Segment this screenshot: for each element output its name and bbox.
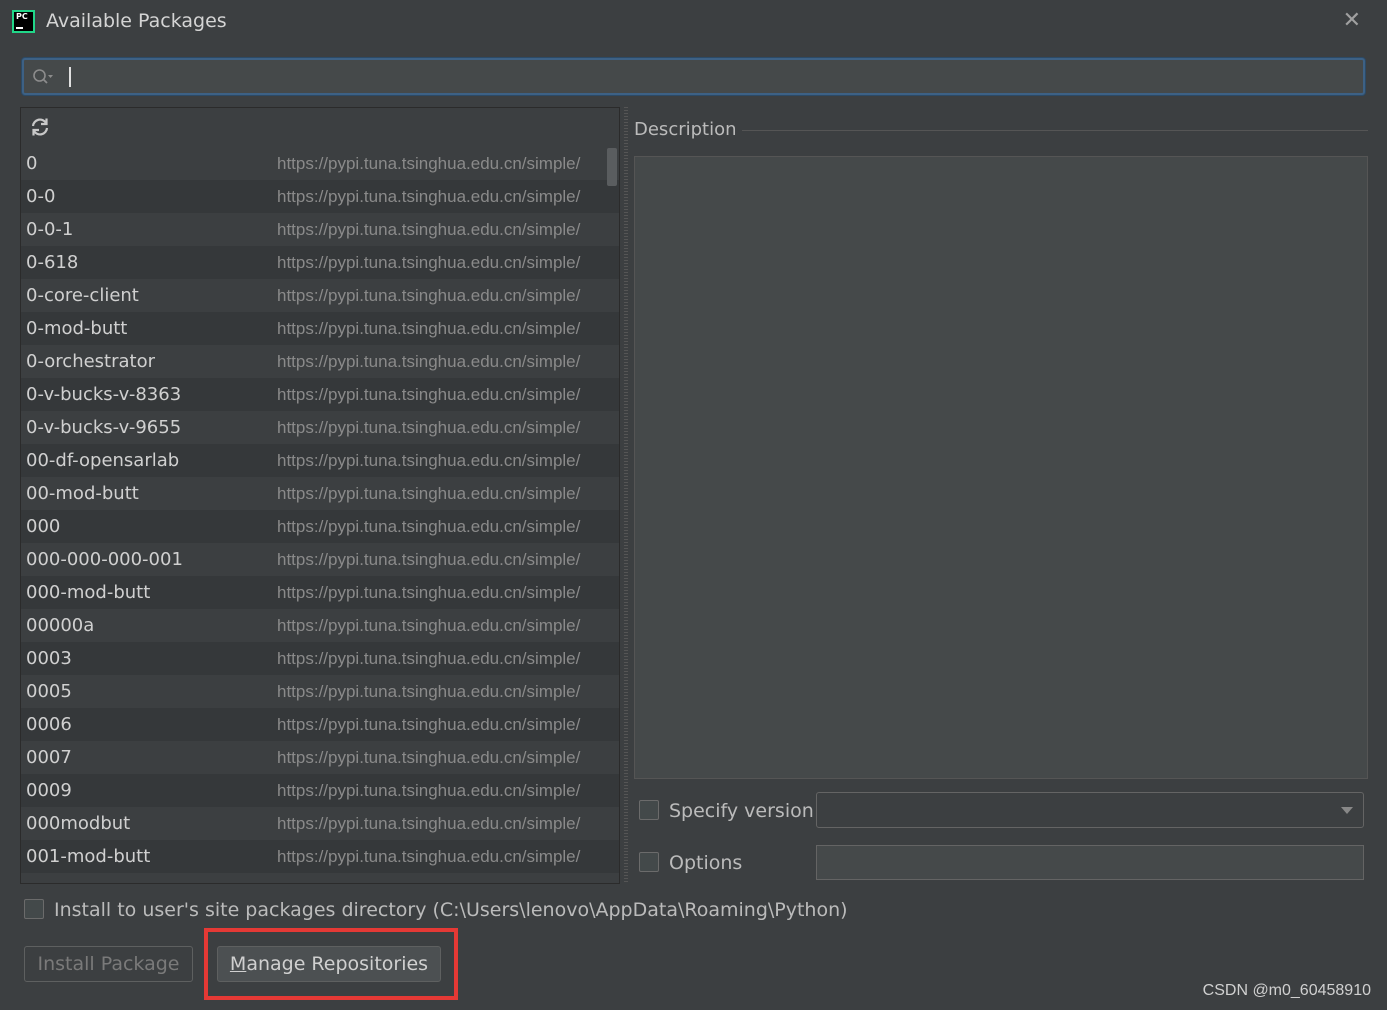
list-item[interactable]: 000modbut https://pypi.tuna.tsinghua.edu.… [21, 807, 619, 840]
package-repo: https://pypi.tuna.tsinghua.edu.cn/simple… [277, 813, 581, 833]
close-icon[interactable]: ✕ [1343, 10, 1361, 32]
package-name: 0006 [26, 714, 72, 735]
package-name: 0-v-bucks-v-9655 [26, 417, 182, 438]
package-name: 00-df-opensarlab [26, 450, 180, 471]
package-repo: https://pypi.tuna.tsinghua.edu.cn/simple… [277, 153, 581, 173]
list-item[interactable]: 0-618 https://pypi.tuna.tsinghua.edu.cn/s… [21, 246, 619, 279]
list-item[interactable]: 0-v-bucks-v-9655 https://pypi.tuna.tsingh… [21, 411, 619, 444]
install-user-site-checkbox[interactable] [24, 899, 44, 919]
list-item[interactable]: 0006 https://pypi.tuna.tsinghua.edu.cn/si… [21, 708, 619, 741]
package-repo: https://pypi.tuna.tsinghua.edu.cn/simple… [277, 582, 581, 602]
package-name: 0-mod-butt [26, 318, 128, 339]
package-name: 000modbut [26, 813, 131, 834]
package-name: 00000a [26, 615, 95, 636]
package-repo: https://pypi.tuna.tsinghua.edu.cn/simple… [277, 417, 581, 437]
package-list[interactable]: 0 https://pypi.tuna.tsinghua.edu.cn/simpl… [21, 147, 619, 873]
package-name: 000-000-000-001 [26, 549, 183, 570]
package-repo: https://pypi.tuna.tsinghua.edu.cn/simple… [277, 780, 581, 800]
package-repo: https://pypi.tuna.tsinghua.edu.cn/simple… [277, 549, 581, 569]
app-icon-text: PC [16, 12, 28, 21]
description-area [634, 156, 1368, 779]
list-item[interactable]: 001-mod-butt https://pypi.tuna.tsinghua.e… [21, 840, 619, 873]
list-item[interactable]: 0009 https://pypi.tuna.tsinghua.edu.cn/si… [21, 774, 619, 807]
list-item[interactable]: 0003 https://pypi.tuna.tsinghua.edu.cn/si… [21, 642, 619, 675]
package-repo: https://pypi.tuna.tsinghua.edu.cn/simple… [277, 285, 581, 305]
list-item[interactable]: 00000a https://pypi.tuna.tsinghua.edu.cn/… [21, 609, 619, 642]
text-caret [69, 67, 71, 87]
options-field[interactable] [816, 845, 1364, 880]
package-repo: https://pypi.tuna.tsinghua.edu.cn/simple… [277, 846, 581, 866]
pycharm-icon: PC [12, 10, 35, 33]
package-repo: https://pypi.tuna.tsinghua.edu.cn/simple… [277, 384, 581, 404]
package-repo: https://pypi.tuna.tsinghua.edu.cn/simple… [277, 648, 581, 668]
description-label: Description [634, 119, 737, 140]
list-item[interactable]: 0-mod-butt https://pypi.tuna.tsinghua.edu… [21, 312, 619, 345]
list-item[interactable]: 00-df-opensarlab https://pypi.tuna.tsingh… [21, 444, 619, 477]
package-name: 001-mod-butt [26, 846, 151, 867]
specify-version-label: Specify version [669, 800, 814, 822]
package-repo: https://pypi.tuna.tsinghua.edu.cn/simple… [277, 516, 581, 536]
package-name: 0007 [26, 747, 72, 768]
list-item[interactable]: 0-orchestrator https://pypi.tuna.tsinghua… [21, 345, 619, 378]
list-scrollbar[interactable] [607, 148, 617, 186]
search-input[interactable] [22, 58, 1365, 95]
list-item[interactable]: 000-mod-butt https://pypi.tuna.tsinghua.e… [21, 576, 619, 609]
specify-version-checkbox[interactable] [639, 800, 659, 820]
package-name: 0005 [26, 681, 72, 702]
package-name: 0-orchestrator [26, 351, 156, 372]
list-item[interactable]: 0-0 https://pypi.tuna.tsinghua.edu.cn/sim… [21, 180, 619, 213]
package-repo: https://pypi.tuna.tsinghua.edu.cn/simple… [277, 681, 581, 701]
package-repo: https://pypi.tuna.tsinghua.edu.cn/simple… [277, 483, 581, 503]
chevron-down-icon [1341, 807, 1353, 814]
package-repo: https://pypi.tuna.tsinghua.edu.cn/simple… [277, 219, 581, 239]
package-name: 0-core-client [26, 285, 139, 306]
list-item[interactable]: 0-core-client https://pypi.tuna.tsinghua.… [21, 279, 619, 312]
package-name: 0-618 [26, 252, 79, 273]
manage-repositories-label: anage Repositories [246, 953, 429, 975]
package-repo: https://pypi.tuna.tsinghua.edu.cn/simple… [277, 252, 581, 272]
version-dropdown[interactable] [816, 792, 1364, 828]
list-item[interactable]: 0005 https://pypi.tuna.tsinghua.edu.cn/si… [21, 675, 619, 708]
package-name: 0-0 [26, 186, 56, 207]
install-user-site-label: Install to user's site packages director… [54, 899, 848, 921]
panel-splitter[interactable] [622, 107, 630, 884]
list-item[interactable]: 0007 https://pypi.tuna.tsinghua.edu.cn/si… [21, 741, 619, 774]
options-label: Options [669, 852, 743, 874]
package-repo: https://pypi.tuna.tsinghua.edu.cn/simple… [277, 615, 581, 635]
list-item[interactable]: 000 https://pypi.tuna.tsinghua.edu.cn/sim… [21, 510, 619, 543]
options-checkbox[interactable] [639, 852, 659, 872]
package-name: 0 [26, 153, 38, 174]
package-name: 0003 [26, 648, 72, 669]
package-repo: https://pypi.tuna.tsinghua.edu.cn/simple… [277, 450, 581, 470]
watermark: CSDN @m0_60458910 [1202, 982, 1371, 999]
package-name: 000-mod-butt [26, 582, 151, 603]
package-repo: https://pypi.tuna.tsinghua.edu.cn/simple… [277, 186, 581, 206]
description-divider [742, 130, 1368, 131]
list-item[interactable]: 000-000-000-001 https://pypi.tuna.tsinghu… [21, 543, 619, 576]
package-repo: https://pypi.tuna.tsinghua.edu.cn/simple… [277, 714, 581, 734]
refresh-icon[interactable] [29, 116, 51, 138]
package-name: 00-mod-butt [26, 483, 139, 504]
package-repo: https://pypi.tuna.tsinghua.edu.cn/simple… [277, 351, 581, 371]
package-name: 0009 [26, 780, 72, 801]
package-name: 000 [26, 516, 61, 537]
window-title: Available Packages [46, 10, 227, 32]
title-bar: PC Available Packages ✕ [0, 0, 1387, 44]
install-package-button[interactable]: Install Package [24, 946, 193, 982]
manage-repositories-mnemonic: M [229, 953, 247, 975]
list-item[interactable]: 00-mod-butt https://pypi.tuna.tsinghua.ed… [21, 477, 619, 510]
package-repo: https://pypi.tuna.tsinghua.edu.cn/simple… [277, 747, 581, 767]
package-name: 0-v-bucks-v-8363 [26, 384, 182, 405]
list-item[interactable]: 0-v-bucks-v-8363 https://pypi.tuna.tsingh… [21, 378, 619, 411]
package-list-panel: 0 https://pypi.tuna.tsinghua.edu.cn/simpl… [20, 107, 620, 884]
package-repo: https://pypi.tuna.tsinghua.edu.cn/simple… [277, 318, 581, 338]
list-item[interactable]: 0-0-1 https://pypi.tuna.tsinghua.edu.cn/s… [21, 213, 619, 246]
search-icon[interactable] [32, 68, 54, 86]
list-item[interactable]: 0 https://pypi.tuna.tsinghua.edu.cn/simpl… [21, 147, 619, 180]
package-name: 0-0-1 [26, 219, 74, 240]
manage-repositories-button[interactable]: Manage Repositories [217, 946, 441, 982]
